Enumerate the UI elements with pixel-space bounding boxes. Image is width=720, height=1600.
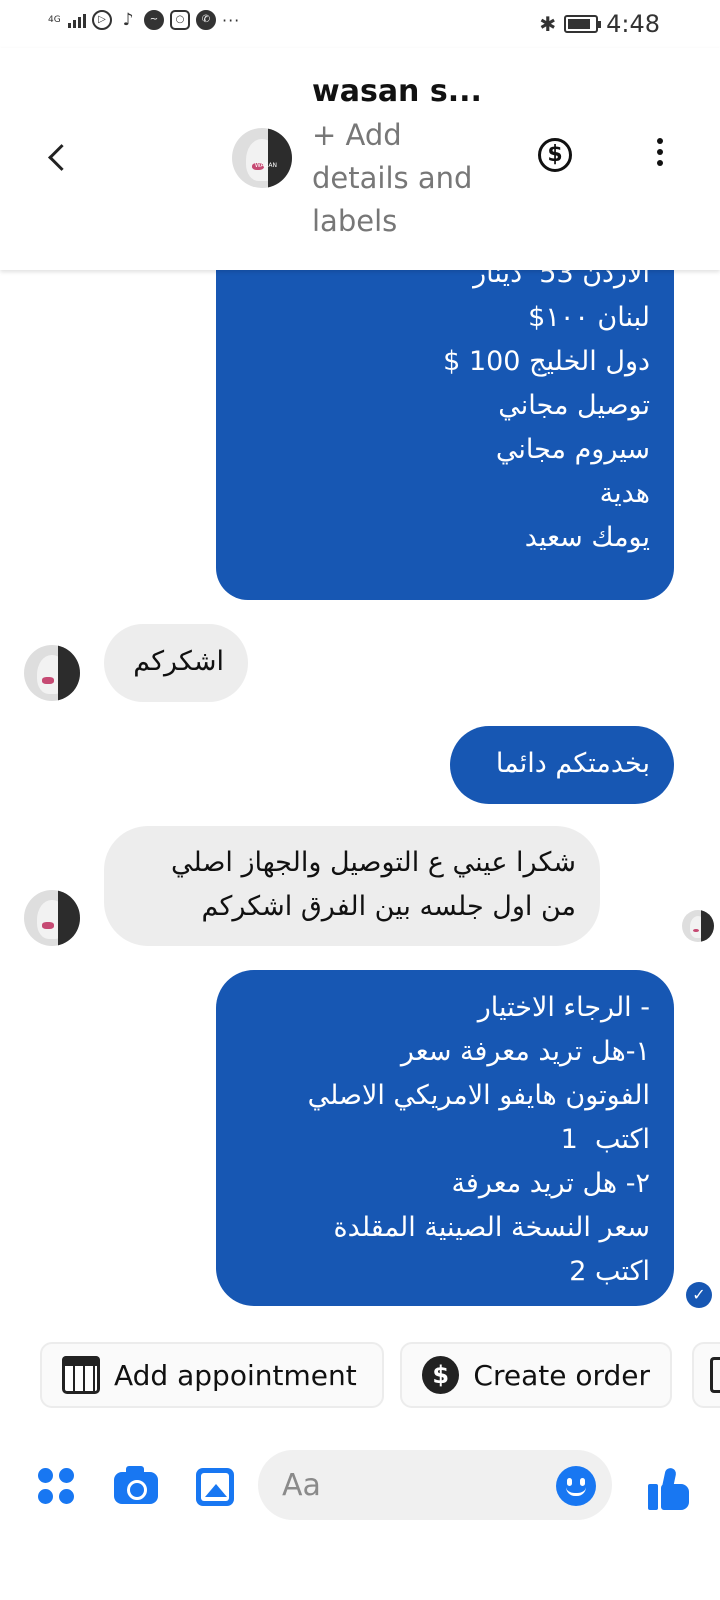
sender-avatar[interactable] bbox=[24, 890, 80, 946]
back-button[interactable] bbox=[40, 140, 76, 176]
contact-avatar[interactable]: WASAN bbox=[232, 128, 292, 188]
messenger-icon: ~ bbox=[144, 10, 164, 30]
avatar-text: WASAN bbox=[254, 161, 278, 169]
like-icon[interactable] bbox=[648, 1467, 692, 1510]
emoji-icon[interactable] bbox=[556, 1466, 596, 1506]
dollar-circle-icon: $ bbox=[422, 1356, 460, 1394]
message-line: لبنان ١٠٠$ bbox=[528, 302, 650, 333]
message-bubble-incoming[interactable]: شكرا عيني ع التوصيل والجهاز اصلي من اول … bbox=[104, 826, 600, 946]
status-bar: 4G ▷ ♪ ~ ○ ✆ ··· ✱ 4:48 bbox=[0, 0, 720, 48]
message-line: الفوتون هايفو الامريكي الاصلي bbox=[307, 1080, 650, 1111]
bluetooth-icon: ✱ bbox=[539, 12, 557, 36]
message-line: من اول جلسه بين الفرق اشكركم bbox=[201, 891, 576, 922]
message-line: شكرا عيني ع التوصيل والجهاز اصلي bbox=[171, 847, 576, 878]
camera-icon[interactable] bbox=[114, 1466, 158, 1504]
whatsapp-icon: ✆ bbox=[196, 10, 216, 30]
delivered-check-icon: ✓ bbox=[686, 1282, 712, 1308]
message-line: - الرجاء الاختيار bbox=[477, 992, 650, 1023]
payment-button[interactable]: $ bbox=[538, 138, 572, 172]
calendar-icon bbox=[62, 1356, 100, 1394]
message-line: ١-هل تريد معرفة سعر bbox=[400, 1036, 650, 1067]
status-left: 4G ▷ ♪ ~ ○ ✆ ··· bbox=[48, 10, 240, 30]
add-details-link[interactable]: + Add details and labels bbox=[312, 114, 502, 243]
contact-name[interactable]: wasan s... bbox=[312, 74, 482, 109]
create-order-button[interactable]: $ Create order bbox=[400, 1342, 672, 1408]
instagram-icon: ○ bbox=[170, 10, 190, 30]
seen-receipt-avatar bbox=[682, 910, 714, 942]
status-right: ✱ 4:48 bbox=[539, 10, 660, 38]
more-actions-chip[interactable] bbox=[692, 1342, 720, 1408]
gallery-icon[interactable] bbox=[196, 1468, 234, 1506]
message-line: توصيل مجاني bbox=[498, 390, 650, 421]
message-bubble-outgoing[interactable]: - الرجاء الاختيار ١-هل تريد معرفة سعر ال… bbox=[216, 970, 674, 1306]
message-bubble-outgoing[interactable]: بخدمتكم دائما bbox=[450, 726, 674, 804]
list-icon bbox=[710, 1357, 720, 1393]
nfc-icon: ▷ bbox=[92, 10, 112, 30]
clock: 4:48 bbox=[606, 10, 660, 38]
network-type: 4G bbox=[48, 14, 61, 25]
message-line: ٢- هل تريد معرفة bbox=[451, 1168, 650, 1199]
message-line: سعر النسخة الصينية المقلدة bbox=[333, 1212, 650, 1243]
message-line: اكتب 2 bbox=[569, 1256, 650, 1287]
add-appointment-button[interactable]: Add appointment bbox=[40, 1342, 384, 1408]
message-line: هدية bbox=[599, 478, 650, 509]
tiktok-icon: ♪ bbox=[122, 10, 134, 30]
message-line: سيروم مجاني bbox=[495, 434, 650, 465]
chat-header: WASAN wasan s... + Add details and label… bbox=[0, 48, 720, 270]
more-options-button[interactable] bbox=[650, 138, 670, 174]
create-order-label: Create order bbox=[473, 1358, 650, 1392]
sender-avatar[interactable] bbox=[24, 645, 80, 701]
composer-bar bbox=[0, 1430, 720, 1540]
signal-icon bbox=[68, 12, 86, 28]
message-line: يومك سعيد bbox=[524, 522, 650, 553]
apps-icon[interactable] bbox=[38, 1468, 74, 1504]
message-line: دول الخليج 100 $ bbox=[443, 346, 650, 377]
message-bubble-incoming[interactable]: اشكركم bbox=[104, 624, 248, 702]
add-appointment-label: Add appointment bbox=[114, 1358, 357, 1392]
more-notifications-icon: ··· bbox=[222, 10, 241, 30]
message-line: اكتب 1 bbox=[560, 1124, 650, 1155]
battery-icon bbox=[564, 15, 602, 33]
